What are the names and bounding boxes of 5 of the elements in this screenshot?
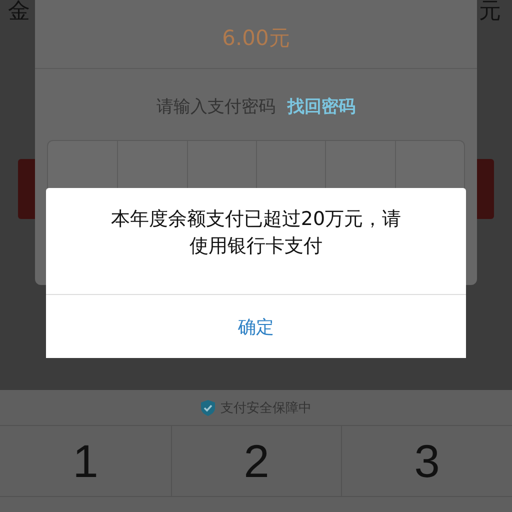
shield-check-icon	[200, 400, 214, 416]
forgot-password-link[interactable]: 找回密码	[288, 95, 356, 118]
payment-amount: 6.00元	[222, 25, 290, 52]
button-edge	[18, 159, 35, 219]
button-edge	[477, 159, 494, 219]
